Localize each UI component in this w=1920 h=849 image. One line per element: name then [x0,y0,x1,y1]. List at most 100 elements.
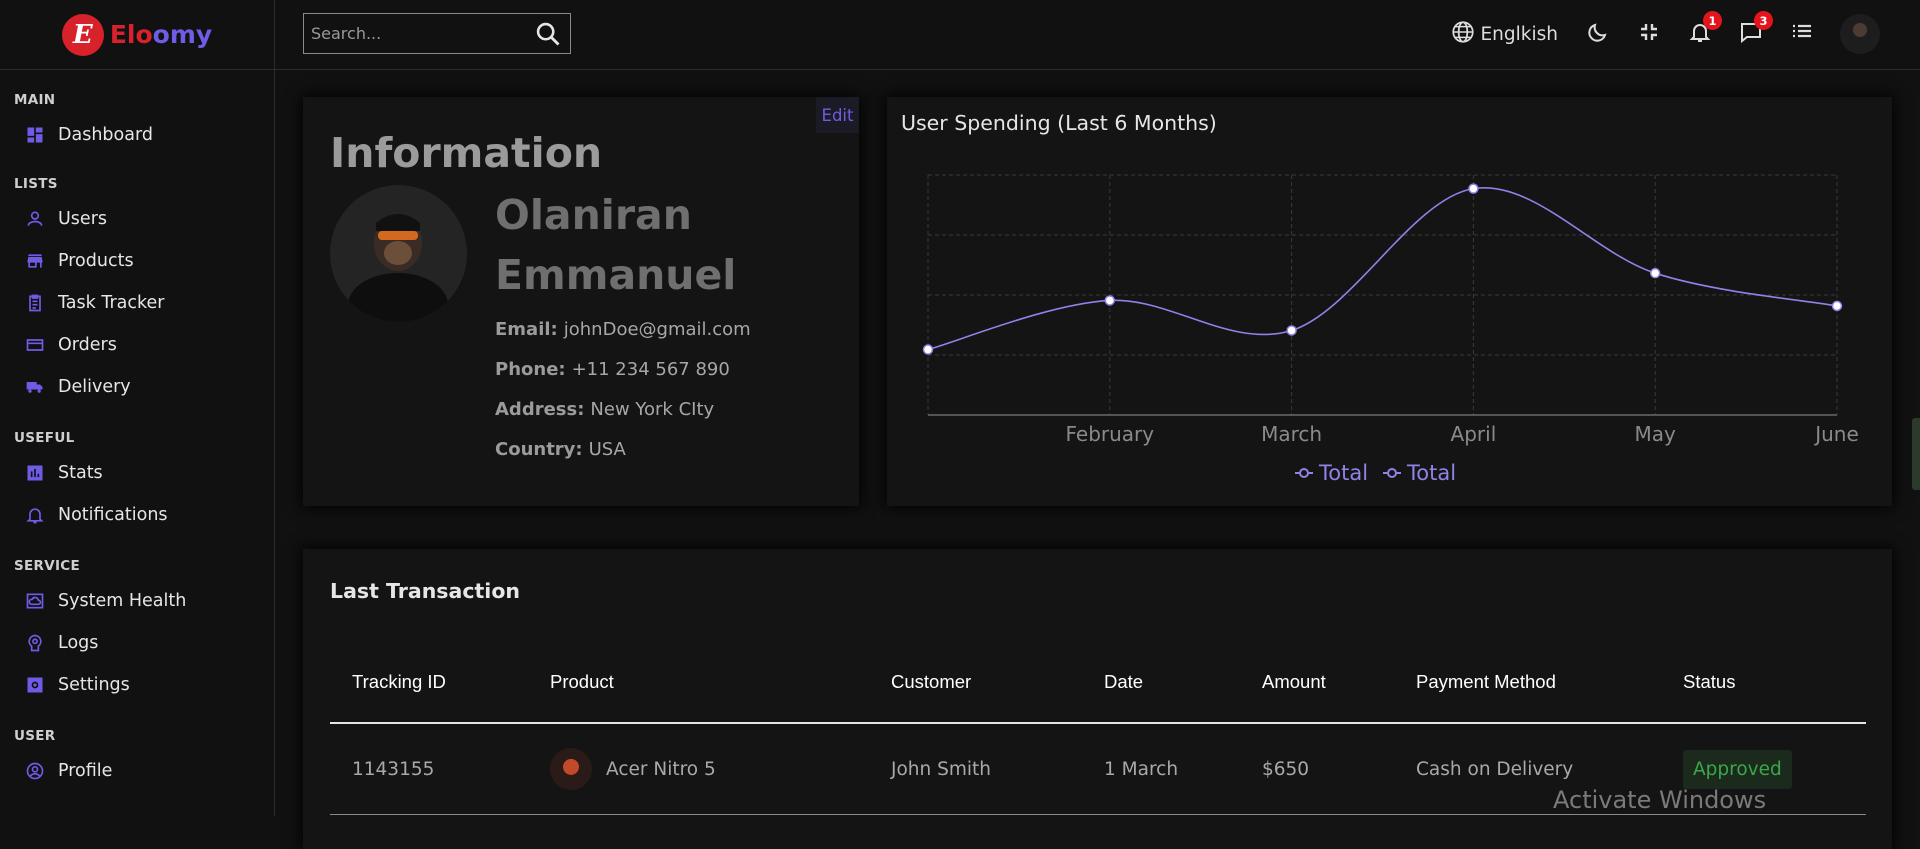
globe-icon [1450,19,1476,50]
fullscreen-exit-button[interactable] [1635,20,1663,48]
brand-name-part1: Elo [109,20,153,49]
cell-amount: $650 [1240,723,1394,815]
email-label: Email: [495,319,558,340]
data-point [1649,267,1661,279]
sidebar-item-orders[interactable]: Orders [0,324,274,366]
list-menu-button[interactable] [1788,20,1816,48]
sidebar-item-delivery[interactable]: Delivery [0,366,274,408]
sidebar-item-logs[interactable]: Logs [0,622,274,664]
header-tracking-id[interactable]: Tracking ID [330,642,528,724]
email-value: johnDoe@gmail.com [563,319,751,340]
x-tick-label: February [1065,422,1154,446]
nav-section-user: USER [14,728,56,744]
phone-row: Phone: +11 234 567 890 [495,359,730,380]
information-card: Edit Information Olaniran Emmanuel Email… [303,97,859,506]
address-row: Address: New York CIty [495,399,714,420]
legend-label: Total [1318,461,1368,485]
sidebar-item-label: Logs [58,633,99,653]
dashboard-icon [24,124,46,146]
sidebar-item-label: Delivery [58,377,131,397]
phone-value: +11 234 567 890 [571,359,730,380]
x-tick-label: May [1635,422,1677,446]
sidebar-item-label: Users [58,209,108,229]
sidebar-item-label: Stats [58,463,103,483]
data-point [922,344,934,355]
psychology-icon [24,632,46,654]
spending-chart-card: User Spending (Last 6 Months) February Ma… [887,97,1892,506]
sidebar-item-label: Profile [58,761,113,781]
truck-icon [24,376,46,398]
cell-customer: John Smith [869,723,1082,815]
header-payment-method[interactable]: Payment Method [1394,642,1661,724]
transactions-title: Last Transaction [330,579,520,603]
user-avatar[interactable] [1840,14,1880,54]
topbar: Englkish 1 3 [275,0,1920,70]
sidebar-item-notifications[interactable]: Notifications [0,494,274,536]
moon-icon [1586,20,1610,48]
sidebar-item-stats[interactable]: Stats [0,452,274,494]
address-label: Address: [495,399,585,420]
header-status[interactable]: Status [1661,642,1866,724]
nav-section-useful: USEFUL [14,430,75,446]
legend-point-marker [1387,468,1397,478]
store-icon [24,250,46,272]
x-tick-label: June [1813,422,1859,446]
brand[interactable]: E Eloomy [0,0,274,70]
notifications-button[interactable]: 1 [1686,11,1722,48]
country-row: Country: USA [495,439,626,460]
data-point [1831,300,1843,312]
sidebar-item-task-tracker[interactable]: Task Tracker [0,282,274,324]
country-label: Country: [495,439,583,460]
messages-button[interactable]: 3 [1737,11,1773,48]
sidebar-item-dashboard[interactable]: Dashboard [0,114,274,156]
settings-icon [24,674,46,696]
email-row: Email: johnDoe@gmail.com [495,319,751,340]
bar-chart-icon [24,462,46,484]
nav-section-service: SERVICE [14,558,81,574]
search-icon[interactable] [534,20,562,48]
sidebar-item-profile[interactable]: Profile [0,750,274,792]
x-tick-label: April [1451,422,1497,446]
sidebar-item-products[interactable]: Products [0,240,274,282]
brand-name: Eloomy [110,20,212,49]
scrollbar-handle[interactable] [1912,418,1920,490]
sidebar-item-settings[interactable]: Settings [0,664,274,706]
language-selector[interactable]: Englkish [1450,19,1558,50]
sidebar-item-label: Dashboard [58,125,153,145]
nav-section-main: MAIN [14,92,56,108]
clipboard-icon [24,292,46,314]
data-point [1104,295,1116,306]
fullscreen-exit-icon [1637,20,1661,48]
edit-button[interactable]: Edit [816,97,859,133]
messages-badge: 3 [1754,11,1773,30]
table-header-row: Tracking ID Product Customer Date Amount… [330,642,1866,724]
language-label: Englkish [1480,23,1558,45]
brand-logo-letter: E [72,19,93,50]
cloud-icon [24,590,46,612]
country-value: USA [588,439,626,460]
search-input[interactable] [304,23,534,44]
header-date[interactable]: Date [1082,642,1240,724]
sidebar-item-users[interactable]: Users [0,198,274,240]
sidebar-item-system-health[interactable]: System Health [0,580,274,622]
account-circle-icon [24,760,46,782]
user-icon [24,208,46,230]
activate-windows-watermark: Activate Windows [1553,786,1767,814]
sidebar-item-label: System Health [58,591,187,611]
cell-date: 1 March [1082,723,1240,815]
cell-product: Acer Nitro 5 [528,723,869,815]
dark-mode-toggle[interactable] [1584,20,1612,48]
data-point [1286,325,1297,336]
header-customer[interactable]: Customer [869,642,1082,724]
brand-logo-icon: E [61,13,104,56]
series-line-total [927,187,1838,351]
sidebar-item-label: Products [58,251,134,271]
data-point [1468,183,1479,194]
cell-tracking-id: 1143155 [330,723,528,815]
header-amount[interactable]: Amount [1240,642,1394,724]
sidebar-item-label: Task Tracker [58,293,165,313]
user-name: Olaniran Emmanuel [495,191,737,299]
notifications-badge: 1 [1703,11,1722,30]
information-title: Information [330,129,603,177]
header-product[interactable]: Product [528,642,869,724]
